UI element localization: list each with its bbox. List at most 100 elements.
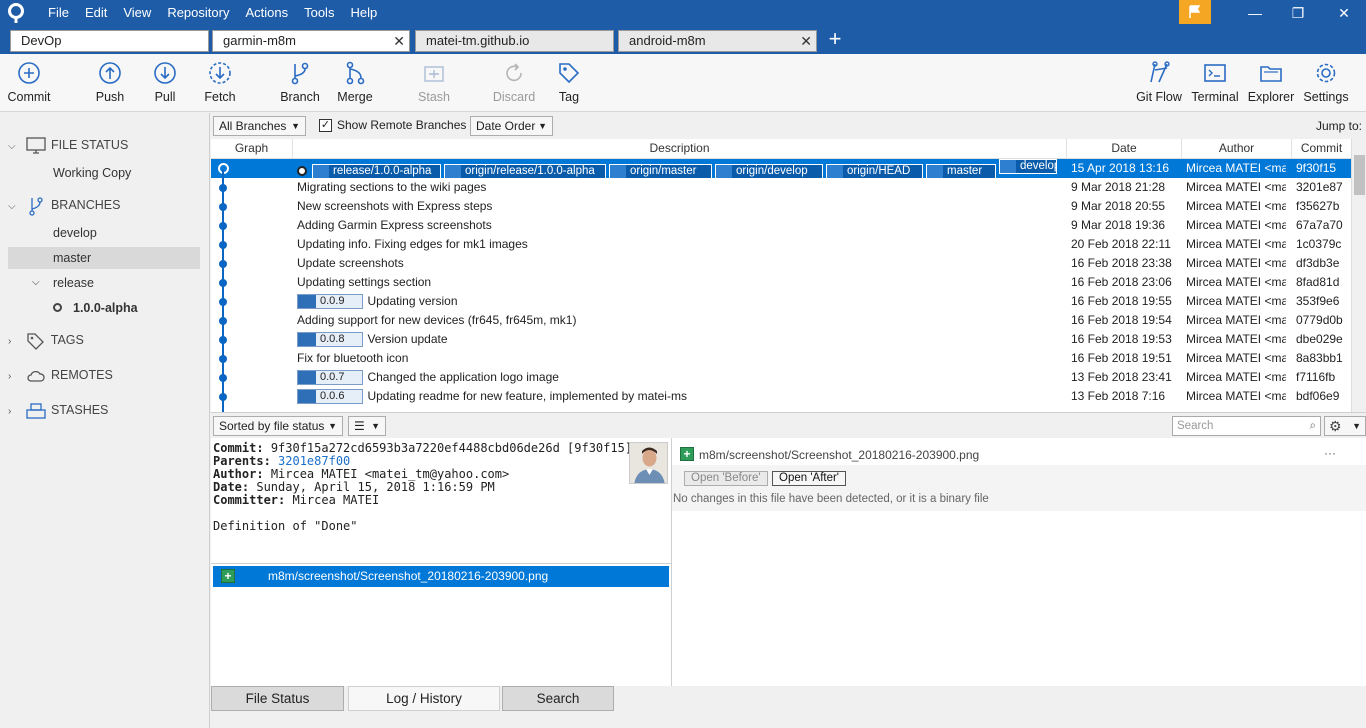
menu-edit[interactable]: Edit bbox=[77, 0, 115, 26]
column-author[interactable]: Author bbox=[1182, 139, 1292, 158]
branch-label-develop[interactable]: develop bbox=[999, 159, 1057, 174]
commit-list-scrollbar[interactable] bbox=[1351, 139, 1366, 412]
column-date[interactable]: Date bbox=[1067, 139, 1182, 158]
settings-button[interactable]: Settings bbox=[1298, 60, 1354, 104]
menu-help[interactable]: Help bbox=[342, 0, 385, 26]
menu-repository[interactable]: Repository bbox=[159, 0, 237, 26]
search-input[interactable]: Search ⌕ bbox=[1172, 416, 1321, 436]
branch-label-origin-master[interactable]: origin/master bbox=[609, 164, 712, 179]
version-tag[interactable]: 0.0.6 bbox=[297, 389, 364, 404]
commit-row[interactable]: Updating settings section 16 Feb 2018 23… bbox=[211, 273, 1351, 292]
version-tag[interactable]: 0.0.8 bbox=[297, 332, 364, 347]
tab-matei-tm-github-io[interactable]: matei-tm.github.io bbox=[415, 30, 614, 52]
version-tag[interactable]: 0.0.9 bbox=[297, 294, 364, 309]
changed-files-list: + m8m/screenshot/Screenshot_20180216-203… bbox=[211, 563, 671, 686]
notification-flag-button[interactable] bbox=[1179, 0, 1211, 24]
sidebar-item-working-copy[interactable]: Working Copy bbox=[8, 162, 200, 184]
git-flow-button[interactable]: Git Flow bbox=[1131, 60, 1187, 104]
tab-close-icon[interactable]: ✕ bbox=[393, 31, 405, 51]
stash-label: Stash bbox=[418, 90, 450, 104]
commit-row[interactable]: release/1.0.0-alpha origin/release/1.0.0-… bbox=[211, 159, 1351, 179]
branch-label-origin-head[interactable]: origin/HEAD bbox=[826, 164, 923, 179]
tab-garmin-m8m[interactable]: garmin-m8m ✕ bbox=[212, 30, 410, 52]
sidebar-item-master[interactable]: master bbox=[8, 247, 200, 269]
tab-log-history[interactable]: Log / History bbox=[348, 686, 500, 711]
close-window-button[interactable]: ✕ bbox=[1321, 0, 1366, 26]
explorer-button[interactable]: Explorer bbox=[1243, 60, 1299, 104]
tab-search[interactable]: Search bbox=[502, 686, 614, 711]
commit-message: Updating version bbox=[367, 294, 458, 308]
open-before-button[interactable]: Open 'Before' bbox=[684, 471, 768, 486]
show-remote-branches-checkbox[interactable]: ✓ bbox=[319, 119, 332, 132]
commit-row[interactable]: New screenshots with Express steps 9 Mar… bbox=[211, 197, 1351, 216]
order-dropdown[interactable]: Date Order ▼ bbox=[470, 116, 553, 136]
commit-button[interactable]: Commit bbox=[1, 60, 57, 104]
branch-label-release[interactable]: release/1.0.0-alpha bbox=[312, 164, 441, 179]
author-value: Mircea MATEI <matei_tm@yahoo.com> bbox=[270, 467, 510, 481]
sidebar-item-release[interactable]: ⌵ release bbox=[8, 272, 200, 294]
branch-label-origin-develop[interactable]: origin/develop bbox=[715, 164, 823, 179]
open-after-button[interactable]: Open 'After' bbox=[772, 471, 847, 486]
flag-icon bbox=[1189, 5, 1201, 18]
commit-row[interactable]: Adding support for new devices (fr645, f… bbox=[211, 311, 1351, 330]
menu-actions[interactable]: Actions bbox=[237, 0, 296, 26]
column-graph[interactable]: Graph bbox=[211, 139, 293, 158]
stash-button[interactable]: Stash bbox=[406, 60, 462, 104]
fetch-button[interactable]: Fetch bbox=[192, 60, 248, 104]
sidebar-section-file-status[interactable]: ⌵ FILE STATUS bbox=[8, 134, 128, 156]
commit-sha[interactable]: 9f30f15a272cd6593b3a7220ef4488cbd06de26d… bbox=[271, 441, 632, 455]
options-dropdown[interactable]: ⚙ ▼ bbox=[1324, 416, 1366, 436]
terminal-button[interactable]: Terminal bbox=[1187, 60, 1243, 104]
sidebar-section-remotes[interactable]: › REMOTES bbox=[8, 364, 113, 386]
commit-graph-node bbox=[219, 336, 227, 344]
sidebar-section-stashes[interactable]: › STASHES bbox=[8, 399, 108, 421]
commit-row[interactable]: 0.0.9 Updating version 16 Feb 2018 19:55 … bbox=[211, 292, 1351, 311]
menu-tools[interactable]: Tools bbox=[296, 0, 342, 26]
scrollbar-thumb[interactable] bbox=[1354, 155, 1365, 195]
merge-button[interactable]: Merge bbox=[327, 60, 383, 104]
tab-close-icon[interactable]: ✕ bbox=[800, 31, 812, 51]
tag-button[interactable]: Tag bbox=[541, 60, 597, 104]
tab-devop[interactable]: DevOp bbox=[10, 30, 209, 52]
commit-row[interactable]: Update screenshots 16 Feb 2018 23:38 Mir… bbox=[211, 254, 1351, 273]
discard-label: Discard bbox=[492, 90, 536, 104]
menu-file[interactable]: File bbox=[40, 0, 77, 26]
commit-row[interactable]: Migrating sections to the wiki pages 9 M… bbox=[211, 178, 1351, 197]
column-description[interactable]: Description bbox=[293, 139, 1067, 158]
tab-android-m8m[interactable]: android-m8m ✕ bbox=[618, 30, 817, 52]
sidebar-section-branches[interactable]: ⌵ BRANCHES bbox=[8, 194, 120, 216]
commit-row[interactable]: 0.0.7 Changed the application logo image … bbox=[211, 368, 1351, 387]
maximize-button[interactable]: ❐ bbox=[1275, 0, 1321, 26]
parent-sha-link[interactable]: 3201e87f00 bbox=[278, 454, 350, 468]
sidebar-section-tags[interactable]: › TAGS bbox=[8, 329, 84, 351]
more-options-icon[interactable]: ··· bbox=[1324, 446, 1336, 460]
push-button[interactable]: Push bbox=[82, 60, 138, 104]
version-tag[interactable]: 0.0.7 bbox=[297, 370, 364, 385]
branch-label-master[interactable]: master bbox=[926, 164, 996, 179]
sort-value: Sorted by file status bbox=[219, 419, 325, 433]
file-added-icon: + bbox=[680, 447, 694, 461]
add-tab-button[interactable]: + bbox=[823, 28, 847, 52]
commit-row[interactable]: Fix for bluetooth icon 16 Feb 2018 19:51… bbox=[211, 349, 1351, 368]
commit-row[interactable]: Updating info. Fixing edges for mk1 imag… bbox=[211, 235, 1351, 254]
commit-row[interactable]: Adding Garmin Express screenshots 9 Mar … bbox=[211, 216, 1351, 235]
sidebar-item-develop[interactable]: develop bbox=[8, 222, 200, 244]
file-row[interactable]: + m8m/screenshot/Screenshot_20180216-203… bbox=[213, 566, 669, 587]
commit-hash: f7116fb bbox=[1296, 370, 1336, 384]
commit-row[interactable]: 0.0.6 Updating readme for new feature, im… bbox=[211, 387, 1351, 406]
tab-file-status[interactable]: File Status bbox=[211, 686, 344, 711]
pull-button[interactable]: Pull bbox=[137, 60, 193, 104]
commit-row[interactable]: 0.0.8 Version update 16 Feb 2018 19:53 Mi… bbox=[211, 330, 1351, 349]
minimize-button[interactable]: — bbox=[1232, 0, 1278, 26]
sidebar-item-release-1-0-0-alpha[interactable]: 1.0.0-alpha bbox=[8, 297, 200, 319]
menu-view[interactable]: View bbox=[115, 0, 159, 26]
branch-label-origin-release[interactable]: origin/release/1.0.0-alpha bbox=[444, 164, 606, 179]
branch-button[interactable]: Branch bbox=[272, 60, 328, 104]
view-mode-dropdown[interactable]: ☰ ▼ bbox=[348, 416, 386, 436]
branch-filter-dropdown[interactable]: All Branches ▼ bbox=[213, 116, 306, 136]
sort-dropdown[interactable]: Sorted by file status ▼ bbox=[213, 416, 343, 436]
commit-date: 13 Feb 2018 23:41 bbox=[1071, 370, 1172, 384]
commit-date: 15 Apr 2018 13:16 bbox=[1071, 161, 1170, 175]
discard-button[interactable]: Discard bbox=[486, 60, 542, 104]
column-commit[interactable]: Commit bbox=[1292, 139, 1351, 158]
